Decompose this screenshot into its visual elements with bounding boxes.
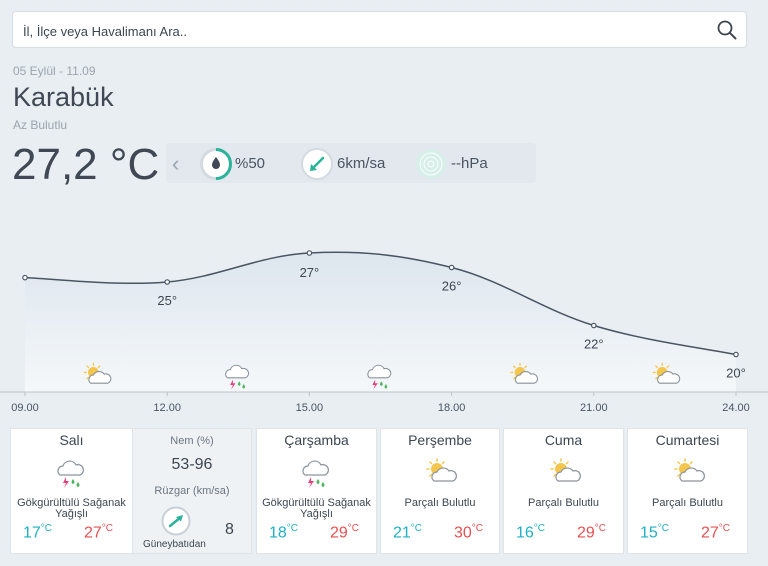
humidity-gauge	[200, 148, 232, 180]
pressure-gauge-icon	[416, 149, 446, 179]
x-axis-label: 09.00	[11, 402, 39, 414]
day-card[interactable]: Çarşamba Gökgürültülü Sağanak Yağışlı 18…	[256, 428, 377, 554]
day-condition: Gökgürültülü Sağanak Yağışlı	[262, 497, 371, 520]
day-condition: Gökgürültülü Sağanak Yağışlı	[17, 497, 126, 520]
wind-direction-icon	[301, 148, 333, 180]
temperature-point	[164, 279, 171, 285]
thunderstorm-icon	[56, 460, 84, 489]
humidity-label: Nem (%)	[170, 435, 214, 447]
wind-direction-label: Güneybatıdan	[143, 539, 206, 550]
wind-speed: 6km/sa	[337, 155, 386, 172]
temperature-label: 27°	[300, 265, 320, 280]
current-details-bar: ‹ %50 6km/sa --hPa	[166, 143, 536, 183]
temperature-label: 25°	[157, 293, 177, 308]
day-condition: Parçalı Bulutlu	[404, 497, 476, 509]
humidity-value: %50	[235, 155, 266, 172]
day-card[interactable]: Cuma Parçalı Bulutlu 16°C 29°C	[503, 428, 624, 554]
x-axis-label: 24.00	[722, 402, 750, 414]
chevron-left-icon[interactable]: ‹	[172, 151, 179, 177]
search-input[interactable]	[21, 20, 705, 42]
day-name: Perşembe	[408, 432, 472, 448]
temperature-label: 26°	[442, 279, 462, 294]
wind-speed-value: 8	[225, 521, 234, 538]
hourly-temperature-chart: 09.00 25° 12.00 27° 15.00 26° 18.00 22° 21.00 20°…	[0, 250, 768, 414]
day-condition: Parçalı Bulutlu	[528, 497, 599, 509]
search-box[interactable]	[12, 11, 747, 48]
day-name: Salı	[59, 432, 84, 448]
temperature-point	[590, 322, 597, 329]
partly-cloudy-icon	[549, 458, 581, 482]
day-condition: Parçalı Bulutlu	[652, 497, 723, 509]
current-temperature: 27,2 °C	[12, 140, 160, 189]
temperature-label: 20°	[726, 366, 746, 381]
high-temperature: 27°C	[701, 523, 731, 542]
day-card[interactable]: Cumartesi Parçalı Bulutlu 15°C 27°C	[627, 428, 748, 554]
search-icon[interactable]	[716, 19, 738, 41]
wind-direction-icon	[161, 506, 191, 536]
x-axis-label: 21.00	[580, 402, 608, 414]
day-name: Cuma	[544, 432, 583, 448]
date-range: 05 Eylül - 11.09	[13, 64, 96, 78]
high-temperature: 30°C	[454, 523, 484, 542]
current-condition: Az Bulutlu	[13, 118, 68, 132]
low-temperature: 17°C	[23, 523, 53, 542]
temperature-point	[733, 351, 739, 358]
high-temperature: 27°C	[84, 523, 114, 542]
high-temperature: 29°C	[577, 523, 607, 542]
pressure-value: --hPa	[451, 155, 488, 172]
temperature-point	[22, 274, 28, 281]
day-name: Cumartesi	[655, 432, 720, 448]
x-axis-label: 15.00	[296, 402, 324, 414]
day-card-today[interactable]: Salı Gökgürültülü Sağanak Yağışlı 17°C 2…	[10, 428, 133, 554]
x-axis-label: 12.00	[153, 402, 181, 414]
day-name: Çarşamba	[284, 432, 349, 448]
partly-cloudy-icon	[673, 458, 705, 482]
low-temperature: 21°C	[393, 523, 423, 542]
humidity-range: 53-96	[171, 456, 213, 473]
wind-label: Rüzgar (km/sa)	[154, 485, 230, 497]
temperature-label: 22°	[584, 337, 604, 352]
high-temperature: 29°C	[330, 523, 360, 542]
day-card[interactable]: Perşembe Parçalı Bulutlu 21°C 30°C	[380, 428, 500, 554]
temperature-point	[448, 264, 455, 271]
x-axis-label: 18.00	[438, 402, 466, 414]
low-temperature: 16°C	[516, 523, 546, 542]
low-temperature: 18°C	[269, 523, 299, 542]
city-name: Karabük	[13, 82, 114, 112]
partly-cloudy-icon	[426, 458, 458, 482]
temperature-point	[306, 250, 313, 256]
low-temperature: 15°C	[640, 523, 670, 542]
today-detail-panel: Nem (%) 53-96 Rüzgar (km/sa) 8 Güneybatı…	[132, 428, 252, 554]
thunderstorm-icon	[301, 460, 329, 489]
